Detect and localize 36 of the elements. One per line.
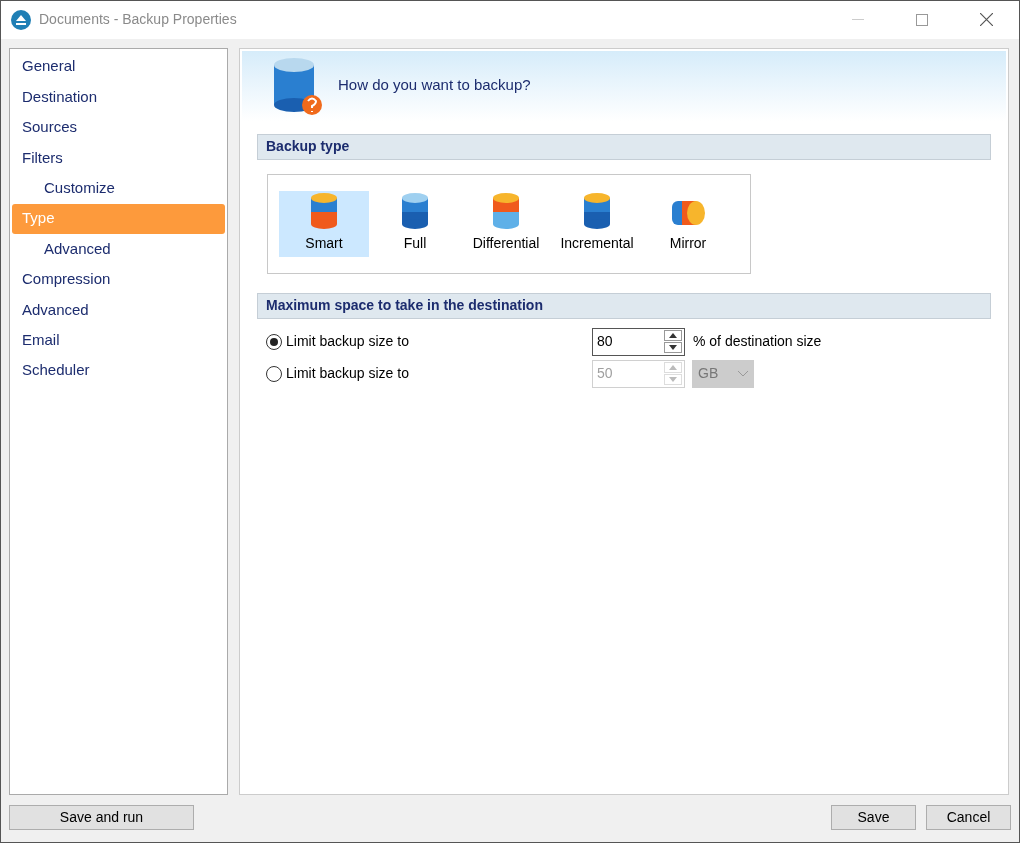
unit-label: % of destination size — [693, 332, 822, 352]
header-title: How do you want to backup? — [338, 75, 531, 96]
spin-up-icon[interactable] — [664, 330, 682, 342]
backup-type-option[interactable]: Full — [370, 190, 460, 257]
close-icon[interactable] — [980, 13, 993, 27]
database-icon — [399, 190, 431, 231]
sidebar-item[interactable]: Destination — [12, 81, 225, 113]
save-and-run-button[interactable]: Save and run — [9, 804, 194, 830]
app-logo-icon — [11, 9, 31, 30]
backup-type-option[interactable]: Mirror — [643, 190, 733, 257]
sidebar-item[interactable]: Advanced — [12, 294, 225, 326]
radio-button[interactable] — [266, 333, 282, 350]
sidebar-item[interactable]: Filters — [12, 142, 225, 174]
number-field[interactable]: 80 — [592, 327, 685, 356]
section-heading: Maximum space to take in the destination — [257, 292, 991, 319]
maximize-icon[interactable] — [916, 13, 928, 26]
radio-label[interactable]: Limit backup size to — [286, 331, 409, 353]
dialog-button[interactable]: Cancel — [926, 804, 1011, 830]
sidebar-item[interactable]: Email — [12, 325, 225, 356]
sidebar-item[interactable]: Sources — [12, 112, 225, 143]
sidebar-item[interactable]: Advanced — [12, 233, 225, 265]
database-icon — [490, 190, 522, 231]
sidebar-item[interactable]: Compression — [12, 264, 225, 295]
window-title: Documents - Backup Properties — [39, 10, 237, 30]
sidebar-item[interactable]: Scheduler — [12, 355, 225, 386]
sidebar-item[interactable]: General — [12, 51, 225, 82]
dialog-button[interactable]: Save — [831, 804, 916, 830]
backup-type-option[interactable]: Differential — [461, 190, 551, 257]
database-icon — [581, 190, 613, 231]
backup-type-option[interactable]: Smart — [279, 190, 369, 257]
spin-down-icon[interactable] — [664, 342, 682, 354]
sidebar-item[interactable]: Customize — [12, 173, 225, 204]
section-heading: Backup type — [257, 133, 991, 160]
database-icon — [308, 190, 340, 231]
backup-type-option[interactable]: Incremental — [552, 190, 642, 257]
chevron-down-icon — [738, 370, 748, 377]
